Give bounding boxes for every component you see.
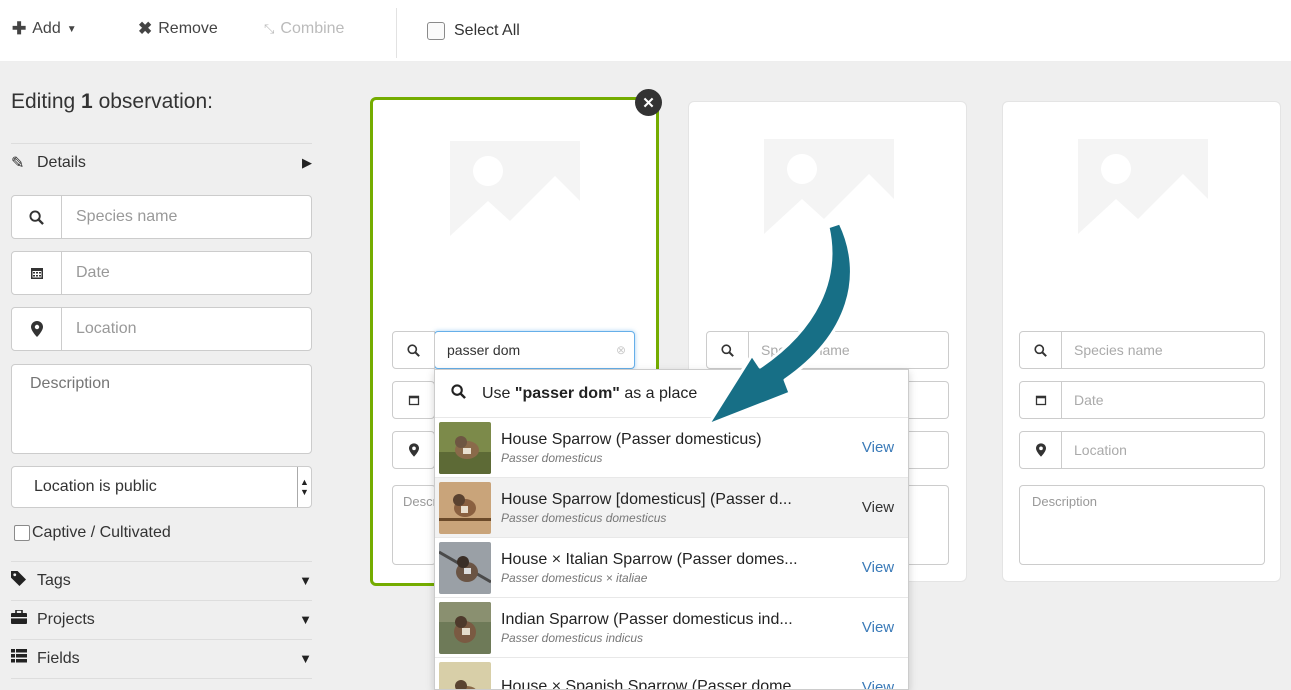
captive-option[interactable]: Captive / Cultivated — [14, 524, 171, 542]
details-label: Details — [37, 153, 86, 171]
add-label: Add — [32, 20, 61, 37]
select-all-label: Select All — [454, 22, 520, 39]
location-privacy-value: Location is public — [34, 478, 157, 495]
search-icon — [12, 196, 62, 238]
select-arrow-icon: ▲ ▼ — [297, 467, 311, 507]
fields-label: Fields — [37, 649, 80, 667]
caret-down-icon: ▼ — [66, 23, 77, 35]
card-1-search-addon — [392, 331, 435, 369]
compress-icon: ⤡ — [264, 21, 275, 36]
briefcase-icon — [11, 609, 37, 629]
date-group — [11, 251, 312, 295]
tags-label: Tags — [37, 571, 71, 589]
view-link[interactable]: View — [848, 619, 908, 636]
view-link[interactable]: View — [848, 559, 908, 576]
sidebar-divider — [11, 678, 312, 679]
caret-right-icon: ▶ — [302, 154, 312, 170]
card-3-date-group — [1019, 381, 1265, 419]
toolbar-divider — [396, 8, 397, 58]
species-name-input[interactable] — [62, 196, 311, 238]
add-button[interactable]: ✚ Add ▼ — [12, 18, 77, 40]
combine-button[interactable]: ⤡ Combine — [264, 18, 344, 40]
card-3-location-input[interactable] — [1062, 432, 1264, 468]
close-icon: ✖ — [138, 19, 153, 38]
species-photo — [439, 661, 491, 689]
select-all[interactable]: Select All — [427, 22, 520, 40]
card-1-species-group: ⊗ — [434, 331, 635, 369]
location-input[interactable] — [62, 308, 311, 350]
species-name-group — [11, 195, 312, 239]
species-photo — [439, 421, 491, 474]
projects-label: Projects — [37, 610, 95, 628]
caret-down-icon: ▼ — [299, 651, 312, 666]
calendar-icon — [1020, 382, 1062, 418]
card-3-description[interactable]: Description — [1019, 485, 1265, 565]
captive-label: Captive / Cultivated — [32, 524, 171, 541]
combine-label: Combine — [280, 20, 345, 37]
toolbar: ✚ Add ▼ ✖ Remove ⤡ Combine Select All — [0, 0, 1291, 62]
date-input[interactable] — [62, 252, 311, 294]
result-scientific-name: Passer domesticus domesticus — [501, 510, 667, 525]
use-as-place-label: Use "passer dom" as a place — [482, 384, 698, 402]
search-icon — [451, 383, 466, 404]
remove-label: Remove — [158, 20, 218, 37]
card-3-location-group — [1019, 431, 1265, 469]
species-photo — [439, 601, 491, 654]
card-1-location-addon — [392, 431, 435, 469]
calendar-icon — [12, 252, 62, 294]
view-link[interactable]: View — [848, 679, 908, 689]
autocomplete-item[interactable]: House × Spanish Sparrow (Passer dome... … — [435, 658, 908, 690]
autocomplete-item[interactable]: Indian Sparrow (Passer domesticus ind...… — [435, 598, 908, 658]
tags-section[interactable]: Tags ▼ — [11, 561, 312, 599]
map-marker-icon — [12, 308, 62, 350]
result-scientific-name: Passer domesticus × italiae — [501, 570, 648, 585]
caret-down-icon: ▼ — [299, 612, 312, 627]
result-common-name: House × Spanish Sparrow (Passer dome... — [501, 677, 805, 690]
species-photo — [439, 481, 491, 534]
card-1-species-input[interactable] — [435, 332, 608, 368]
card-1-date-addon — [392, 381, 435, 419]
annotation-arrow-icon — [706, 221, 853, 427]
tag-icon — [11, 570, 37, 591]
pencil-icon: ✎ — [11, 154, 25, 172]
description-textarea[interactable] — [11, 364, 312, 454]
card-3-species-input[interactable] — [1062, 332, 1264, 368]
autocomplete-item[interactable]: House × Italian Sparrow (Passer domes...… — [435, 538, 908, 598]
editing-title: Editing 1 observation: — [11, 90, 213, 113]
result-scientific-name: Passer domesticus indicus — [501, 630, 644, 645]
result-scientific-name: Passer domesticus — [501, 450, 603, 465]
map-marker-icon — [1020, 432, 1062, 468]
map-marker-icon — [393, 432, 434, 468]
result-common-name: House × Italian Sparrow (Passer domes... — [501, 550, 798, 568]
view-link[interactable]: View — [848, 499, 908, 516]
details-toggle[interactable]: ✎ Details ▶ — [11, 143, 312, 181]
plus-icon: ✚ — [12, 19, 27, 38]
result-common-name: Indian Sparrow (Passer domesticus ind... — [501, 610, 793, 628]
remove-button[interactable]: ✖ Remove — [138, 18, 218, 40]
location-group — [11, 307, 312, 351]
clear-input-icon[interactable]: ⊗ — [608, 332, 634, 368]
image-placeholder-icon — [1078, 139, 1208, 259]
search-icon — [393, 332, 434, 368]
search-icon — [1020, 332, 1062, 368]
image-placeholder-icon — [450, 141, 580, 261]
calendar-icon — [393, 382, 434, 418]
card-1-description[interactable]: Description — [392, 485, 436, 565]
projects-section[interactable]: Projects ▼ — [11, 600, 312, 638]
fields-section[interactable]: Fields ▼ — [11, 639, 312, 677]
species-photo — [439, 541, 491, 594]
card-3-species-group — [1019, 331, 1265, 369]
result-common-name: House Sparrow [domesticus] (Passer d... — [501, 490, 792, 508]
caret-down-icon: ▼ — [299, 573, 312, 588]
remove-card-button[interactable]: ✕ — [635, 89, 662, 116]
select-all-checkbox[interactable] — [427, 22, 445, 40]
captive-checkbox[interactable] — [14, 525, 30, 541]
card-3-date-input[interactable] — [1062, 382, 1264, 418]
location-privacy-select[interactable]: Location is public ▲ ▼ — [11, 466, 312, 508]
autocomplete-item[interactable]: House Sparrow [domesticus] (Passer d... … — [435, 478, 908, 538]
list-icon — [11, 649, 37, 668]
